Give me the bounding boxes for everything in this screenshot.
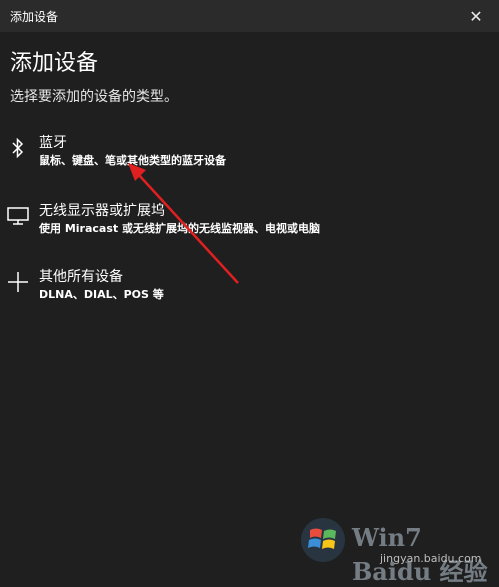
option-label: 其他所有设备 xyxy=(39,269,123,285)
page-subtitle: 选择要添加的设备的类型。 xyxy=(10,89,178,105)
option-bluetooth[interactable]: 蓝牙 鼠标、键盘、笔或其他类型的蓝牙设备 xyxy=(0,132,499,192)
plus-icon xyxy=(6,270,30,294)
option-wireless-display[interactable]: 无线显示器或扩展坞 使用 Miracast 或无线扩展坞的无线监视器、电视或电脑 xyxy=(0,200,499,260)
monitor-icon xyxy=(6,204,30,228)
option-description: 鼠标、键盘、笔或其他类型的蓝牙设备 xyxy=(39,154,226,167)
window-title: 添加设备 xyxy=(10,10,59,24)
option-description: DLNA、DIAL、POS 等 xyxy=(39,288,164,301)
option-description: 使用 Miracast 或无线扩展坞的无线监视器、电视或电脑 xyxy=(39,222,320,235)
option-label: 无线显示器或扩展坞 xyxy=(39,203,165,219)
windows-logo-icon xyxy=(301,518,345,562)
option-label: 蓝牙 xyxy=(39,135,67,151)
watermark: Win7 Baidu 经验 jingyan.baidu.com xyxy=(300,515,490,586)
close-button[interactable]: ✕ xyxy=(453,0,499,32)
close-icon: ✕ xyxy=(469,6,483,26)
bluetooth-icon xyxy=(6,136,30,160)
page-title: 添加设备 xyxy=(10,51,99,76)
option-other-devices[interactable]: 其他所有设备 DLNA、DIAL、POS 等 xyxy=(0,266,499,326)
watermark-url: jingyan.baidu.com xyxy=(380,552,482,565)
title-bar: 添加设备 ✕ xyxy=(0,0,499,32)
